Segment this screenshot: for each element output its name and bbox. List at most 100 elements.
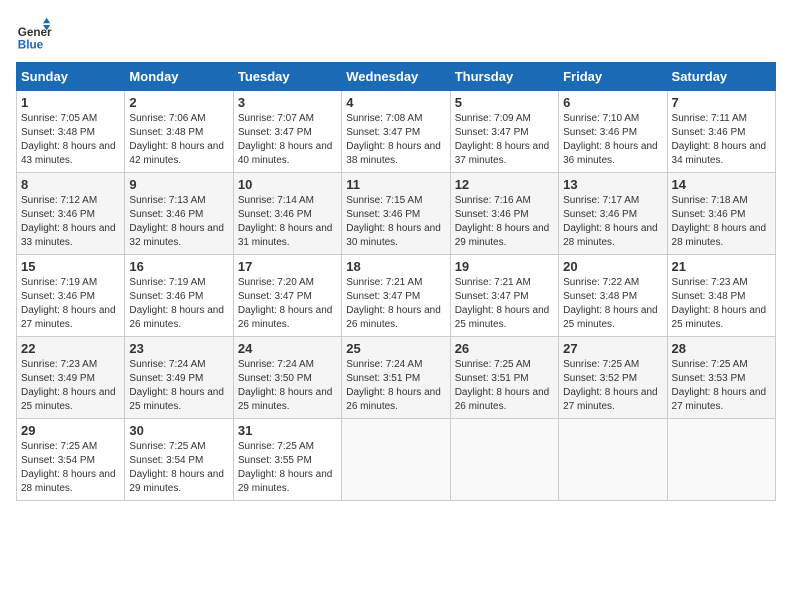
calendar-day-11: 11 Sunrise: 7:15 AM Sunset: 3:46 PM Dayl… [342, 173, 450, 255]
calendar-day-29: 29 Sunrise: 7:25 AM Sunset: 3:54 PM Dayl… [17, 419, 125, 501]
day-number: 28 [672, 341, 771, 356]
calendar-day-24: 24 Sunrise: 7:24 AM Sunset: 3:50 PM Dayl… [233, 337, 341, 419]
calendar-day-13: 13 Sunrise: 7:17 AM Sunset: 3:46 PM Dayl… [559, 173, 667, 255]
calendar-day-2: 2 Sunrise: 7:06 AM Sunset: 3:48 PM Dayli… [125, 91, 233, 173]
day-info: Sunrise: 7:12 AM Sunset: 3:46 PM Dayligh… [21, 194, 120, 250]
day-info: Sunrise: 7:14 AM Sunset: 3:46 PM Dayligh… [238, 194, 337, 250]
day-info: Sunrise: 7:11 AM Sunset: 3:46 PM Dayligh… [672, 112, 771, 168]
calendar-week-5: 29 Sunrise: 7:25 AM Sunset: 3:54 PM Dayl… [17, 419, 776, 501]
day-info: Sunrise: 7:23 AM Sunset: 3:48 PM Dayligh… [672, 276, 771, 332]
day-number: 6 [563, 95, 662, 110]
calendar-day-9: 9 Sunrise: 7:13 AM Sunset: 3:46 PM Dayli… [125, 173, 233, 255]
calendar-day-18: 18 Sunrise: 7:21 AM Sunset: 3:47 PM Dayl… [342, 255, 450, 337]
calendar-day-30: 30 Sunrise: 7:25 AM Sunset: 3:54 PM Dayl… [125, 419, 233, 501]
day-info: Sunrise: 7:21 AM Sunset: 3:47 PM Dayligh… [346, 276, 445, 332]
weekday-header-friday: Friday [559, 63, 667, 91]
day-number: 2 [129, 95, 228, 110]
day-number: 27 [563, 341, 662, 356]
day-number: 19 [455, 259, 554, 274]
day-number: 9 [129, 177, 228, 192]
day-number: 31 [238, 423, 337, 438]
day-number: 24 [238, 341, 337, 356]
day-info: Sunrise: 7:19 AM Sunset: 3:46 PM Dayligh… [21, 276, 120, 332]
day-info: Sunrise: 7:24 AM Sunset: 3:49 PM Dayligh… [129, 358, 228, 414]
day-info: Sunrise: 7:06 AM Sunset: 3:48 PM Dayligh… [129, 112, 228, 168]
day-info: Sunrise: 7:05 AM Sunset: 3:48 PM Dayligh… [21, 112, 120, 168]
svg-text:Blue: Blue [18, 38, 44, 51]
calendar-day-22: 22 Sunrise: 7:23 AM Sunset: 3:49 PM Dayl… [17, 337, 125, 419]
day-info: Sunrise: 7:22 AM Sunset: 3:48 PM Dayligh… [563, 276, 662, 332]
day-number: 10 [238, 177, 337, 192]
day-number: 30 [129, 423, 228, 438]
weekday-header-saturday: Saturday [667, 63, 775, 91]
calendar-week-3: 15 Sunrise: 7:19 AM Sunset: 3:46 PM Dayl… [17, 255, 776, 337]
calendar-day-7: 7 Sunrise: 7:11 AM Sunset: 3:46 PM Dayli… [667, 91, 775, 173]
calendar-day-17: 17 Sunrise: 7:20 AM Sunset: 3:47 PM Dayl… [233, 255, 341, 337]
day-info: Sunrise: 7:18 AM Sunset: 3:46 PM Dayligh… [672, 194, 771, 250]
empty-cell [342, 419, 450, 501]
day-number: 7 [672, 95, 771, 110]
empty-cell [667, 419, 775, 501]
calendar-day-26: 26 Sunrise: 7:25 AM Sunset: 3:51 PM Dayl… [450, 337, 558, 419]
day-number: 20 [563, 259, 662, 274]
weekday-header-sunday: Sunday [17, 63, 125, 91]
calendar-day-14: 14 Sunrise: 7:18 AM Sunset: 3:46 PM Dayl… [667, 173, 775, 255]
calendar-day-21: 21 Sunrise: 7:23 AM Sunset: 3:48 PM Dayl… [667, 255, 775, 337]
day-info: Sunrise: 7:25 AM Sunset: 3:51 PM Dayligh… [455, 358, 554, 414]
calendar-week-2: 8 Sunrise: 7:12 AM Sunset: 3:46 PM Dayli… [17, 173, 776, 255]
day-number: 26 [455, 341, 554, 356]
day-number: 4 [346, 95, 445, 110]
day-number: 5 [455, 95, 554, 110]
empty-cell [450, 419, 558, 501]
day-info: Sunrise: 7:07 AM Sunset: 3:47 PM Dayligh… [238, 112, 337, 168]
calendar-day-27: 27 Sunrise: 7:25 AM Sunset: 3:52 PM Dayl… [559, 337, 667, 419]
header: General Blue [16, 16, 776, 52]
day-info: Sunrise: 7:25 AM Sunset: 3:54 PM Dayligh… [129, 440, 228, 496]
day-number: 8 [21, 177, 120, 192]
logo: General Blue [16, 16, 52, 52]
calendar-day-16: 16 Sunrise: 7:19 AM Sunset: 3:46 PM Dayl… [125, 255, 233, 337]
calendar-day-23: 23 Sunrise: 7:24 AM Sunset: 3:49 PM Dayl… [125, 337, 233, 419]
day-info: Sunrise: 7:09 AM Sunset: 3:47 PM Dayligh… [455, 112, 554, 168]
day-number: 17 [238, 259, 337, 274]
day-info: Sunrise: 7:08 AM Sunset: 3:47 PM Dayligh… [346, 112, 445, 168]
day-info: Sunrise: 7:10 AM Sunset: 3:46 PM Dayligh… [563, 112, 662, 168]
day-number: 13 [563, 177, 662, 192]
day-number: 3 [238, 95, 337, 110]
day-info: Sunrise: 7:16 AM Sunset: 3:46 PM Dayligh… [455, 194, 554, 250]
day-info: Sunrise: 7:15 AM Sunset: 3:46 PM Dayligh… [346, 194, 445, 250]
day-info: Sunrise: 7:23 AM Sunset: 3:49 PM Dayligh… [21, 358, 120, 414]
day-number: 21 [672, 259, 771, 274]
day-number: 23 [129, 341, 228, 356]
day-info: Sunrise: 7:25 AM Sunset: 3:54 PM Dayligh… [21, 440, 120, 496]
day-info: Sunrise: 7:25 AM Sunset: 3:53 PM Dayligh… [672, 358, 771, 414]
empty-cell [559, 419, 667, 501]
day-number: 15 [21, 259, 120, 274]
day-info: Sunrise: 7:24 AM Sunset: 3:51 PM Dayligh… [346, 358, 445, 414]
day-number: 11 [346, 177, 445, 192]
calendar-day-15: 15 Sunrise: 7:19 AM Sunset: 3:46 PM Dayl… [17, 255, 125, 337]
calendar-day-6: 6 Sunrise: 7:10 AM Sunset: 3:46 PM Dayli… [559, 91, 667, 173]
calendar-day-12: 12 Sunrise: 7:16 AM Sunset: 3:46 PM Dayl… [450, 173, 558, 255]
calendar-week-4: 22 Sunrise: 7:23 AM Sunset: 3:49 PM Dayl… [17, 337, 776, 419]
day-info: Sunrise: 7:25 AM Sunset: 3:55 PM Dayligh… [238, 440, 337, 496]
weekday-header-thursday: Thursday [450, 63, 558, 91]
day-info: Sunrise: 7:17 AM Sunset: 3:46 PM Dayligh… [563, 194, 662, 250]
day-number: 25 [346, 341, 445, 356]
day-number: 18 [346, 259, 445, 274]
day-info: Sunrise: 7:24 AM Sunset: 3:50 PM Dayligh… [238, 358, 337, 414]
calendar-day-19: 19 Sunrise: 7:21 AM Sunset: 3:47 PM Dayl… [450, 255, 558, 337]
day-number: 1 [21, 95, 120, 110]
weekday-header-monday: Monday [125, 63, 233, 91]
calendar-day-3: 3 Sunrise: 7:07 AM Sunset: 3:47 PM Dayli… [233, 91, 341, 173]
day-info: Sunrise: 7:21 AM Sunset: 3:47 PM Dayligh… [455, 276, 554, 332]
weekday-header-wednesday: Wednesday [342, 63, 450, 91]
calendar-week-1: 1 Sunrise: 7:05 AM Sunset: 3:48 PM Dayli… [17, 91, 776, 173]
calendar-day-4: 4 Sunrise: 7:08 AM Sunset: 3:47 PM Dayli… [342, 91, 450, 173]
day-info: Sunrise: 7:19 AM Sunset: 3:46 PM Dayligh… [129, 276, 228, 332]
day-number: 22 [21, 341, 120, 356]
day-number: 29 [21, 423, 120, 438]
day-number: 14 [672, 177, 771, 192]
calendar-table: SundayMondayTuesdayWednesdayThursdayFrid… [16, 62, 776, 501]
day-number: 16 [129, 259, 228, 274]
